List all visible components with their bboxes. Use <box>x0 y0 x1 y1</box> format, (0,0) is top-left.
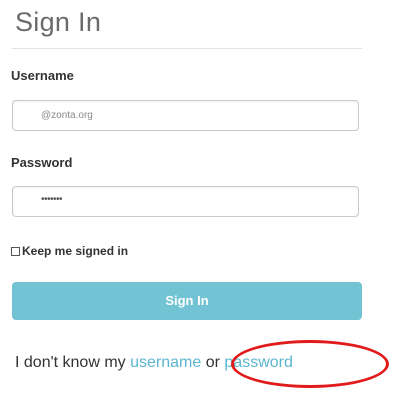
title-divider <box>12 48 362 49</box>
page-title: Sign In <box>15 7 102 37</box>
keep-signed-in-row: Keep me signed in <box>11 243 128 259</box>
sign-in-page: Sign In Username @zonta.org Password •••… <box>0 0 393 394</box>
forgot-credentials-text: I don't know my username or password <box>15 354 293 372</box>
forgot-password-link[interactable]: password <box>224 354 292 371</box>
username-label: Username <box>11 68 74 83</box>
username-value: @zonta.org <box>41 110 93 121</box>
forgot-username-link[interactable]: username <box>130 354 201 371</box>
username-field[interactable]: @zonta.org <box>12 100 359 131</box>
keep-signed-in-checkbox[interactable] <box>11 246 20 256</box>
password-label: Password <box>11 155 73 170</box>
sign-in-button[interactable]: Sign In <box>12 282 362 320</box>
keep-signed-in-label[interactable]: Keep me signed in <box>22 244 128 258</box>
password-value: ••••••• <box>41 194 63 205</box>
password-field[interactable]: ••••••• <box>12 186 359 217</box>
forgot-connector: or <box>201 354 225 371</box>
forgot-prefix: I don't know my <box>15 354 131 371</box>
